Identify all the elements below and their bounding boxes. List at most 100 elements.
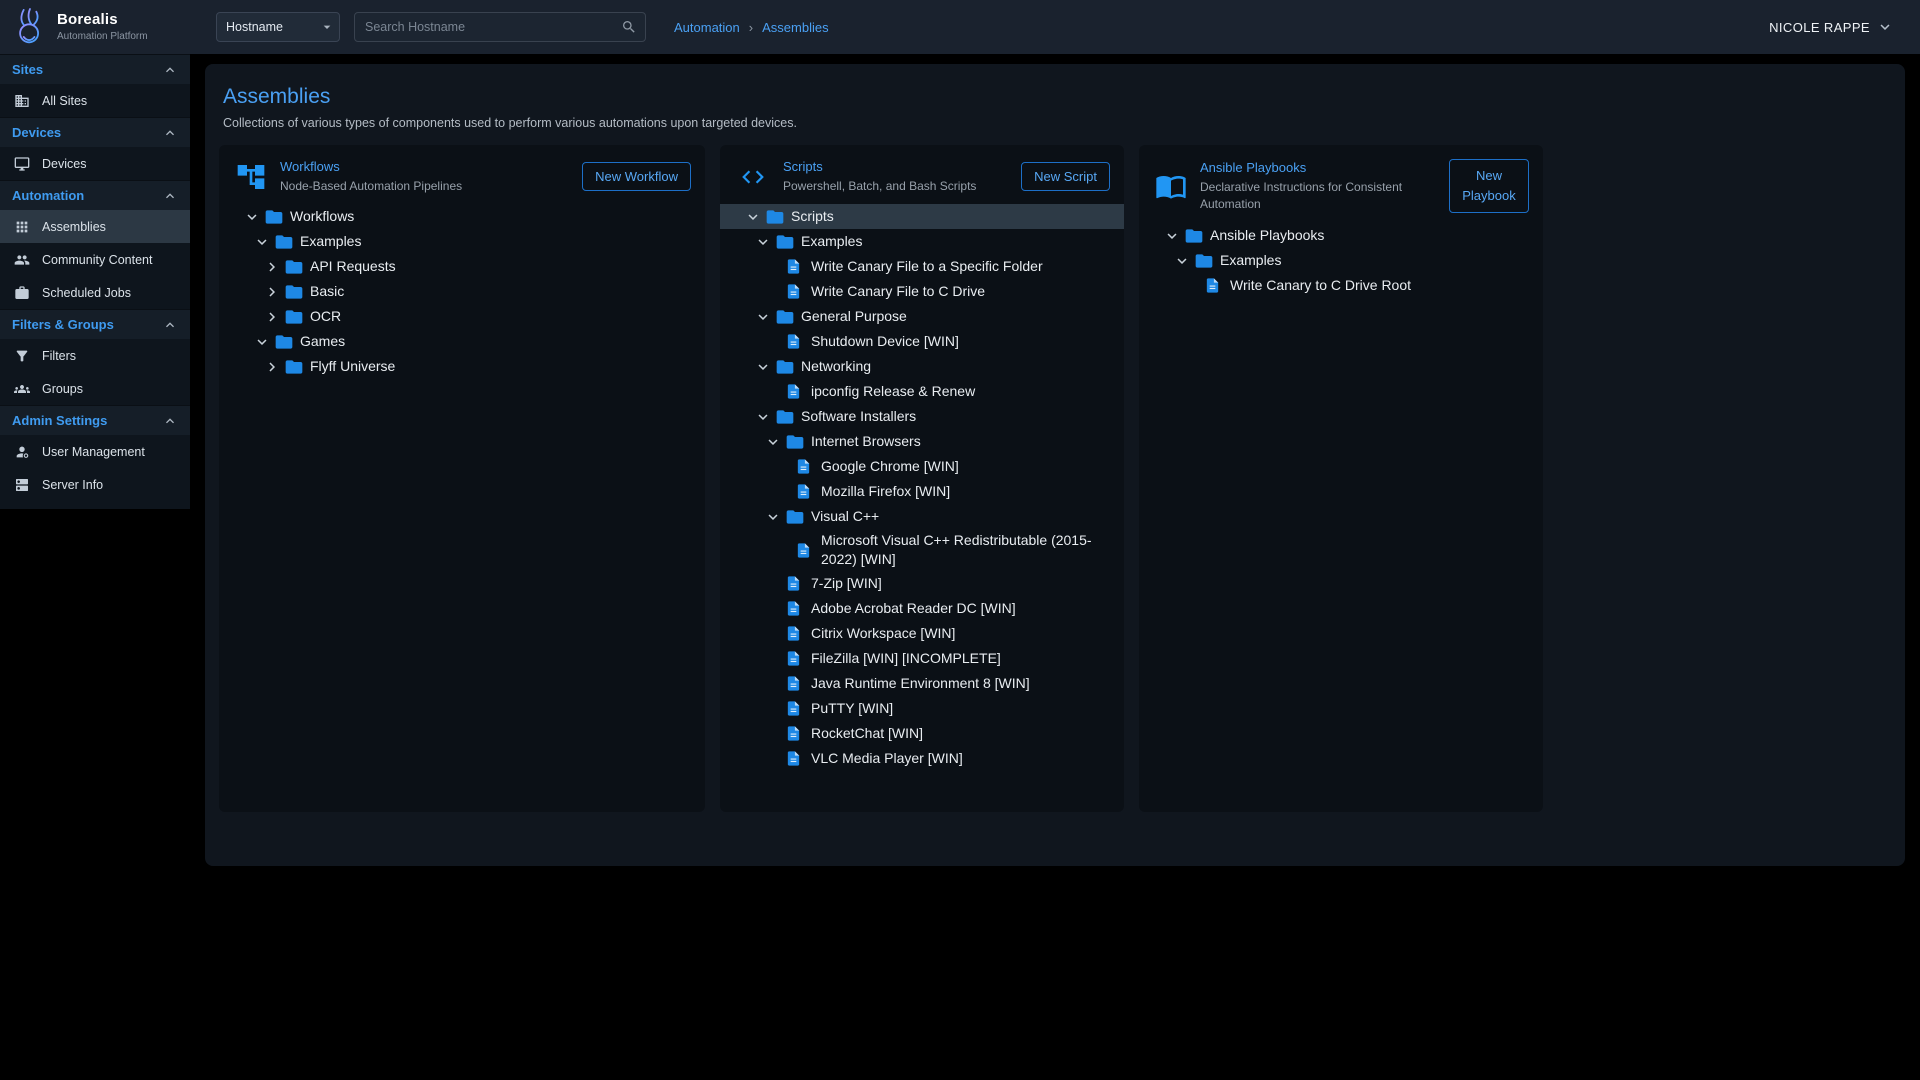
- file-icon: [785, 650, 811, 667]
- sidebar-section-label: Filters & Groups: [12, 317, 114, 332]
- hostname-select[interactable]: Hostname: [216, 12, 340, 42]
- chevron-down-icon[interactable]: [754, 358, 775, 376]
- top-bar: Borealis Automation Platform Hostname Au…: [0, 0, 1920, 54]
- tree-item-mozilla-firefox-win[interactable]: Mozilla Firefox [WIN]: [720, 479, 1124, 504]
- scripts-tree: ScriptsExamplesWrite Canary File to a Sp…: [720, 204, 1124, 771]
- tree-item-shutdown-device-win[interactable]: Shutdown Device [WIN]: [720, 329, 1124, 354]
- tree-item-games[interactable]: Games: [219, 329, 705, 354]
- tree-item-7-zip-win[interactable]: 7-Zip [WIN]: [720, 571, 1124, 596]
- tree-item-write-canary-file-to-a-specific-folder[interactable]: Write Canary File to a Specific Folder: [720, 254, 1124, 279]
- tree-item-label: General Purpose: [801, 305, 907, 328]
- sidebar-item-server-info[interactable]: Server Info: [0, 468, 190, 501]
- tree-item-software-installers[interactable]: Software Installers: [720, 404, 1124, 429]
- tree-item-label: Scripts: [791, 205, 834, 228]
- chevron-down-icon[interactable]: [253, 333, 274, 351]
- chevron-down-icon[interactable]: [754, 233, 775, 251]
- tree-item-internet-browsers[interactable]: Internet Browsers: [720, 429, 1124, 454]
- tree-item-examples[interactable]: Examples: [219, 229, 705, 254]
- tree-item-label: Games: [300, 330, 345, 353]
- user-management-icon: [14, 444, 31, 460]
- chevron-right-icon[interactable]: [263, 358, 284, 376]
- chevron-right-icon[interactable]: [263, 308, 284, 326]
- new-script-button[interactable]: New Script: [1021, 162, 1110, 191]
- tree-item-examples[interactable]: Examples: [1139, 248, 1543, 273]
- tree-item-scripts[interactable]: Scripts: [720, 204, 1124, 229]
- sidebar-item-scheduled-jobs[interactable]: Scheduled Jobs: [0, 276, 190, 309]
- sidebar: SitesAll Sites Devices Devices AutomationAs…: [0, 54, 190, 509]
- tree-item-flyff-universe[interactable]: Flyff Universe: [219, 354, 705, 379]
- tree-item-label: Write Canary File to C Drive: [811, 280, 985, 303]
- chevron-down-icon[interactable]: [253, 233, 274, 251]
- chevron-down-icon[interactable]: [754, 308, 775, 326]
- page-description: Collections of various types of componen…: [223, 116, 1891, 130]
- sidebar-section-label: Devices: [12, 125, 61, 140]
- sidebar-section-devices[interactable]: Devices: [0, 117, 190, 147]
- tree-item-java-runtime-environment-8-win[interactable]: Java Runtime Environment 8 [WIN]: [720, 671, 1124, 696]
- tree-item-filezilla-win-incomplete[interactable]: FileZilla [WIN] [INCOMPLETE]: [720, 646, 1124, 671]
- sidebar-section-automation[interactable]: Automation: [0, 180, 190, 210]
- sidebar-item-assemblies[interactable]: Assemblies: [0, 210, 190, 243]
- tree-item-networking[interactable]: Networking: [720, 354, 1124, 379]
- new-playbook-button[interactable]: New Playbook: [1449, 159, 1529, 213]
- chevron-down-icon[interactable]: [764, 508, 785, 526]
- new-workflow-button[interactable]: New Workflow: [582, 162, 691, 191]
- chevron-up-icon: [162, 413, 178, 429]
- tree-item-write-canary-file-to-c-drive[interactable]: Write Canary File to C Drive: [720, 279, 1124, 304]
- chevron-down-icon[interactable]: [764, 433, 785, 451]
- search-input[interactable]: [363, 19, 621, 35]
- tree-item-ansible-playbooks[interactable]: Ansible Playbooks: [1139, 223, 1543, 248]
- workflow-icon: [235, 161, 267, 193]
- chevron-right-icon[interactable]: [263, 258, 284, 276]
- sidebar-item-user-management[interactable]: User Management: [0, 435, 190, 468]
- chevron-down-icon[interactable]: [754, 408, 775, 426]
- tree-item-examples[interactable]: Examples: [720, 229, 1124, 254]
- sidebar-section-filters-groups[interactable]: Filters & Groups: [0, 309, 190, 339]
- brand: Borealis Automation Platform: [0, 7, 196, 47]
- sidebar-section-admin-settings[interactable]: Admin Settings: [0, 405, 190, 435]
- tree-item-label: Basic: [310, 280, 344, 303]
- sidebar-item-label: Devices: [42, 157, 86, 171]
- breadcrumb-current[interactable]: Assemblies: [762, 20, 828, 35]
- folder-icon: [785, 432, 811, 452]
- folder-icon: [775, 232, 801, 252]
- sidebar-item-community-content[interactable]: Community Content: [0, 243, 190, 276]
- sidebar-item-filters[interactable]: Filters: [0, 339, 190, 372]
- assemblies-icon: [14, 219, 31, 235]
- card-subtitle: Powershell, Batch, and Bash Scripts: [783, 178, 1008, 194]
- tree-item-workflows[interactable]: Workflows: [219, 204, 705, 229]
- sidebar-item-all-sites[interactable]: All Sites: [0, 84, 190, 117]
- tree-item-microsoft-visual-c-redistributable-2015-2022-win[interactable]: Microsoft Visual C++ Redistributable (20…: [720, 529, 1124, 571]
- tree-item-vlc-media-player-win[interactable]: VLC Media Player [WIN]: [720, 746, 1124, 771]
- chevron-down-icon[interactable]: [243, 208, 264, 226]
- tree-item-label: Visual C++: [811, 505, 879, 528]
- chevron-down-icon[interactable]: [1163, 227, 1184, 245]
- user-menu[interactable]: NICOLE RAPPE: [1769, 18, 1920, 36]
- breadcrumb-link-automation[interactable]: Automation: [674, 20, 740, 35]
- tree-item-ocr[interactable]: OCR: [219, 304, 705, 329]
- tree-item-adobe-acrobat-reader-dc-win[interactable]: Adobe Acrobat Reader DC [WIN]: [720, 596, 1124, 621]
- tree-item-google-chrome-win[interactable]: Google Chrome [WIN]: [720, 454, 1124, 479]
- sidebar-section-sites[interactable]: Sites: [0, 54, 190, 84]
- tree-item-api-requests[interactable]: API Requests: [219, 254, 705, 279]
- chevron-right-icon[interactable]: [263, 283, 284, 301]
- brand-subtitle: Automation Platform: [57, 31, 148, 42]
- chevron-down-icon[interactable]: [744, 208, 765, 226]
- file-icon: [785, 600, 811, 617]
- tree-item-label: Examples: [801, 230, 862, 253]
- tree-item-putty-win[interactable]: PuTTY [WIN]: [720, 696, 1124, 721]
- chevron-down-icon[interactable]: [1173, 252, 1194, 270]
- tree-item-citrix-workspace-win[interactable]: Citrix Workspace [WIN]: [720, 621, 1124, 646]
- tree-item-write-canary-to-c-drive-root[interactable]: Write Canary to C Drive Root: [1139, 273, 1543, 298]
- tree-item-ipconfig-release-renew[interactable]: ipconfig Release & Renew: [720, 379, 1124, 404]
- sidebar-item-label: User Management: [42, 445, 145, 459]
- jobs-icon: [14, 285, 31, 301]
- tree-item-label: Citrix Workspace [WIN]: [811, 622, 955, 645]
- sidebar-item-groups[interactable]: Groups: [0, 372, 190, 405]
- tree-item-visual-c[interactable]: Visual C++: [720, 504, 1124, 529]
- folder-icon: [1184, 226, 1210, 246]
- tree-item-general-purpose[interactable]: General Purpose: [720, 304, 1124, 329]
- sidebar-item-devices[interactable]: Devices: [0, 147, 190, 180]
- tree-item-basic[interactable]: Basic: [219, 279, 705, 304]
- scripts-card: Scripts Powershell, Batch, and Bash Scri…: [720, 145, 1124, 812]
- tree-item-rocketchat-win[interactable]: RocketChat [WIN]: [720, 721, 1124, 746]
